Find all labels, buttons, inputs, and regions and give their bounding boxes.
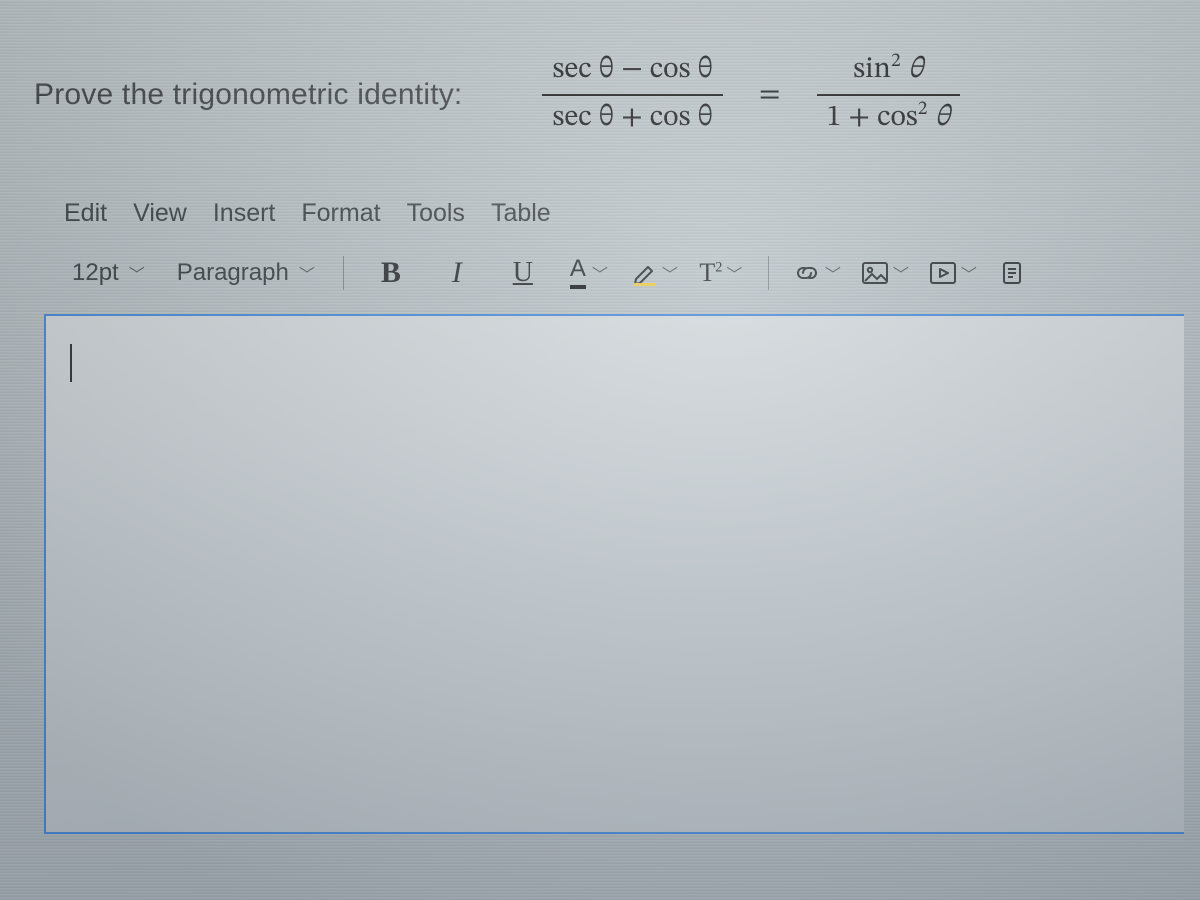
font-size-value: 12pt bbox=[72, 259, 119, 287]
highlight-icon bbox=[632, 259, 658, 287]
chevron-down-icon: ﹀ bbox=[592, 261, 608, 285]
underline-button[interactable]: U bbox=[494, 250, 552, 296]
media-icon bbox=[929, 261, 957, 285]
chevron-down-icon: ﹀ bbox=[129, 261, 145, 285]
equation-left-fraction: sec θ − cos θ sec θ + cos θ bbox=[542, 48, 722, 141]
insert-document-button[interactable] bbox=[991, 250, 1033, 296]
block-format-select[interactable]: Paragraph ﹀ bbox=[163, 250, 325, 296]
equation: sec θ − cos θ sec θ + cos θ = sin2 θ 1 +… bbox=[542, 48, 959, 141]
equation-right-numerator: sin2 θ bbox=[843, 48, 933, 94]
superscript-icon: T2 bbox=[699, 258, 722, 288]
underline-icon: U bbox=[513, 257, 533, 289]
bold-icon: B bbox=[381, 256, 401, 290]
editor-toolbar: 12pt ﹀ Paragraph ﹀ B I U A ﹀ bbox=[44, 242, 1184, 314]
insert-link-button[interactable]: ﹀ bbox=[787, 250, 847, 296]
chevron-down-icon: ﹀ bbox=[825, 261, 841, 285]
chevron-down-icon: ﹀ bbox=[662, 261, 678, 285]
equation-right-fraction: sin2 θ 1 + cos2 θ bbox=[817, 48, 960, 141]
equation-right-denominator: 1 + cos2 θ bbox=[817, 96, 960, 142]
equation-left-denominator: sec θ + cos θ bbox=[542, 96, 722, 142]
chevron-down-icon: ﹀ bbox=[726, 261, 742, 285]
image-icon bbox=[861, 261, 889, 285]
block-format-value: Paragraph bbox=[177, 259, 289, 287]
chevron-down-icon: ﹀ bbox=[893, 261, 909, 285]
menu-table[interactable]: Table bbox=[491, 199, 551, 228]
toolbar-divider bbox=[768, 256, 769, 290]
text-color-icon: A bbox=[570, 257, 586, 289]
menu-format[interactable]: Format bbox=[301, 199, 380, 228]
editor-menubar: Edit View Insert Format Tools Table bbox=[44, 181, 1184, 242]
equation-left-numerator: sec θ − cos θ bbox=[542, 48, 722, 94]
menu-view[interactable]: View bbox=[133, 199, 187, 228]
italic-button[interactable]: I bbox=[428, 250, 486, 296]
insert-image-button[interactable]: ﹀ bbox=[855, 250, 915, 296]
text-cursor bbox=[70, 344, 72, 382]
italic-icon: I bbox=[452, 256, 462, 290]
font-size-select[interactable]: 12pt ﹀ bbox=[58, 250, 155, 296]
editor-content[interactable] bbox=[44, 314, 1184, 834]
equals-sign: = bbox=[755, 76, 785, 114]
question-prompt: Prove the trigonometric identity: bbox=[34, 78, 462, 112]
menu-insert[interactable]: Insert bbox=[213, 199, 276, 228]
menu-edit[interactable]: Edit bbox=[64, 199, 107, 228]
chevron-down-icon: ﹀ bbox=[961, 261, 977, 285]
bold-button[interactable]: B bbox=[362, 250, 420, 296]
rich-text-editor: Edit View Insert Format Tools Table 12pt… bbox=[44, 181, 1184, 834]
highlight-color-button[interactable]: ﹀ bbox=[626, 250, 684, 296]
link-icon bbox=[793, 261, 821, 285]
chevron-down-icon: ﹀ bbox=[299, 261, 315, 285]
menu-tools[interactable]: Tools bbox=[407, 199, 465, 228]
document-icon bbox=[1002, 261, 1022, 285]
question-prompt-row: Prove the trigonometric identity: sec θ … bbox=[14, 18, 1194, 181]
insert-media-button[interactable]: ﹀ bbox=[923, 250, 983, 296]
superscript-button[interactable]: T2 ﹀ bbox=[692, 250, 750, 296]
toolbar-divider bbox=[343, 256, 344, 290]
text-color-button[interactable]: A ﹀ bbox=[560, 250, 618, 296]
